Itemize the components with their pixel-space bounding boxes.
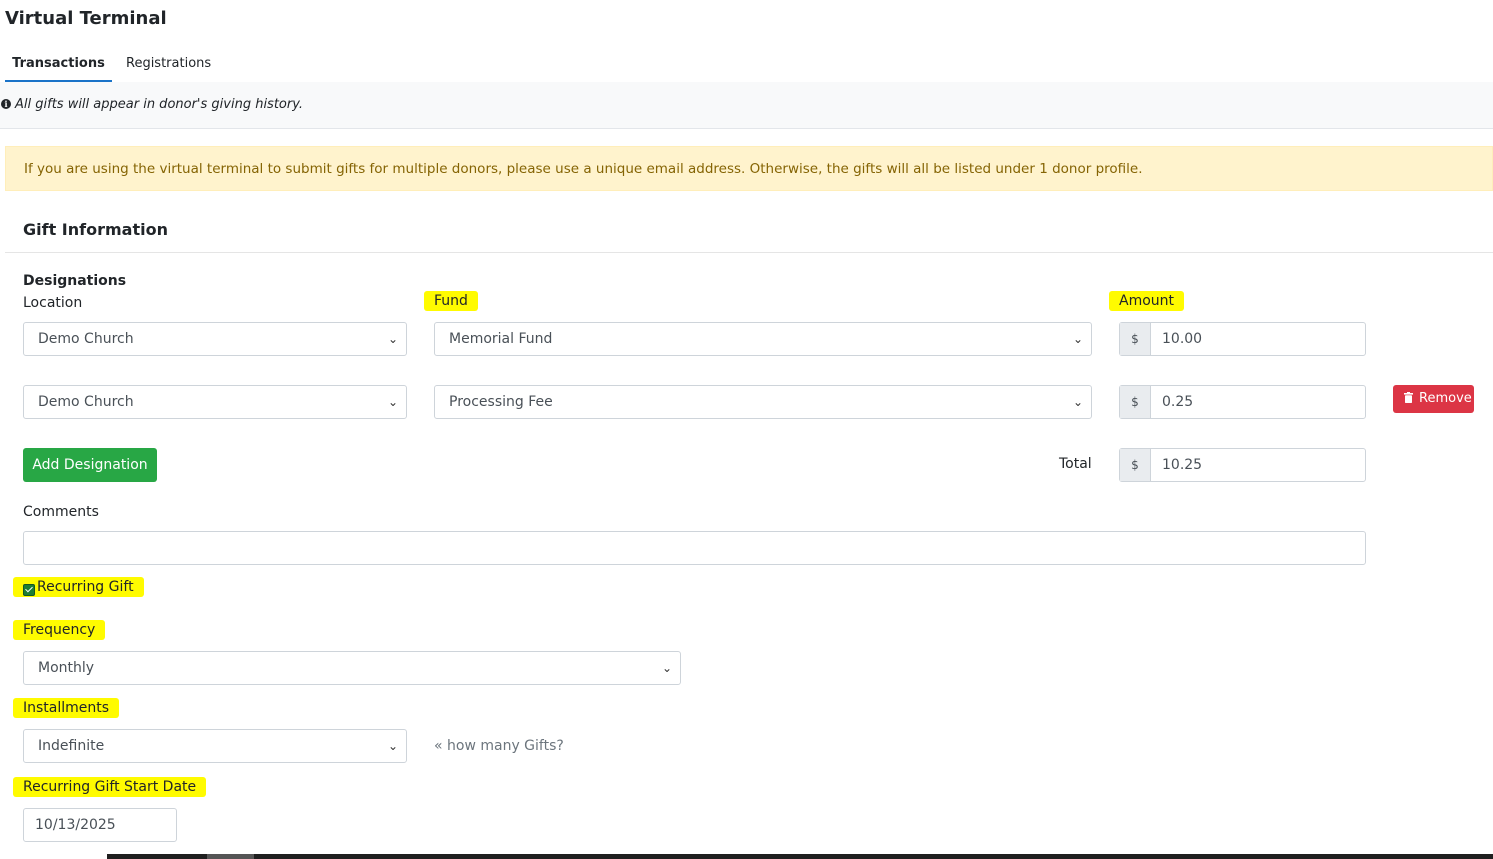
frequency-select[interactable]: Monthly ⌄ — [23, 651, 681, 685]
currency-addon: $ — [1120, 449, 1151, 481]
amount-input-1[interactable]: $ 10.00 — [1119, 322, 1366, 356]
chevron-down-icon: ⌄ — [661, 661, 672, 675]
fund-select-1[interactable]: Memorial Fund ⌄ — [434, 322, 1092, 356]
remove-label: Remove — [1419, 391, 1472, 406]
fund-select-2-value: Processing Fee — [449, 394, 553, 410]
info-icon: i — [1, 99, 11, 109]
chevron-down-icon: ⌄ — [387, 395, 398, 409]
card-title: Gift Information — [23, 220, 168, 239]
installments-label: Installments — [13, 698, 120, 718]
location-label: Location — [23, 295, 83, 311]
total-value: 10.25 — [1162, 457, 1203, 473]
page-title: Virtual Terminal — [5, 8, 167, 29]
recurring-gift-checkbox[interactable] — [23, 584, 35, 596]
comments-input[interactable] — [23, 531, 1366, 565]
remove-button[interactable]: Remove — [1393, 385, 1474, 413]
amount-input-2[interactable]: $ 0.25 — [1119, 385, 1366, 419]
trash-icon — [1404, 392, 1413, 403]
warning-alert: If you are using the virtual terminal to… — [5, 146, 1493, 191]
location-select-2-value: Demo Church — [38, 394, 134, 410]
designations-label: Designations — [23, 273, 127, 289]
start-date-label: Recurring Gift Start Date — [13, 777, 207, 797]
frequency-label: Frequency — [13, 620, 106, 640]
fund-label: Fund — [424, 291, 478, 311]
bottom-bar-segment — [207, 854, 254, 859]
currency-addon: $ — [1120, 323, 1151, 355]
card-header: Gift Information — [5, 206, 1493, 253]
amount-value-1: 10.00 — [1162, 331, 1203, 347]
bottom-bar — [107, 854, 1493, 859]
tab-registrations[interactable]: Registrations — [126, 46, 211, 80]
currency-addon: $ — [1120, 386, 1151, 418]
chevron-down-icon: ⌄ — [1072, 395, 1083, 409]
tab-bar: Transactions Registrations — [0, 46, 1493, 82]
chevron-down-icon: ⌄ — [1072, 332, 1083, 346]
total-input[interactable]: $ 10.25 — [1119, 448, 1366, 482]
total-label: Total — [1059, 456, 1092, 472]
comments-label: Comments — [23, 504, 99, 520]
location-select-1-value: Demo Church — [38, 331, 134, 347]
start-date-input[interactable]: 10/13/2025 — [23, 808, 177, 842]
installments-value: Indefinite — [38, 738, 105, 754]
installments-hint: « how many Gifts? — [434, 738, 564, 754]
fund-select-1-value: Memorial Fund — [449, 331, 553, 347]
frequency-value: Monthly — [38, 660, 95, 676]
installments-select[interactable]: Indefinite ⌄ — [23, 729, 407, 763]
amount-value-2: 0.25 — [1162, 394, 1194, 410]
tab-transactions[interactable]: Transactions — [5, 46, 112, 82]
info-bar: i All gifts will appear in donor's givin… — [0, 82, 1493, 129]
info-note: All gifts will appear in donor's giving … — [15, 97, 304, 112]
fund-select-2[interactable]: Processing Fee ⌄ — [434, 385, 1092, 419]
alert-text: If you are using the virtual terminal to… — [24, 161, 1143, 177]
location-select-2[interactable]: Demo Church ⌄ — [23, 385, 407, 419]
chevron-down-icon: ⌄ — [387, 739, 398, 753]
chevron-down-icon: ⌄ — [387, 332, 398, 346]
amount-label: Amount — [1109, 291, 1185, 311]
add-designation-button[interactable]: Add Designation — [23, 448, 157, 482]
location-select-1[interactable]: Demo Church ⌄ — [23, 322, 407, 356]
